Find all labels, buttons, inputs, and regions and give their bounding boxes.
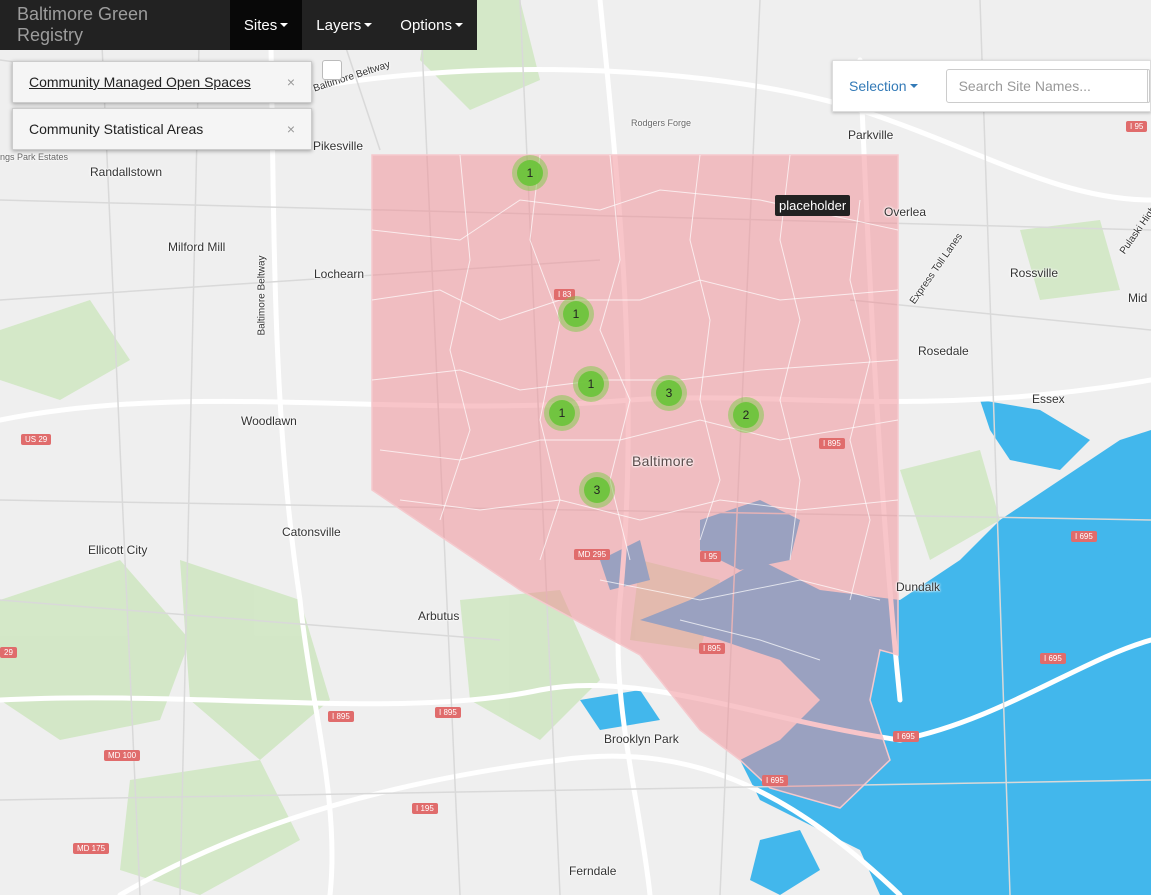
place-label: ngs Park Estates (0, 152, 69, 162)
place-label: Pikesville (313, 139, 364, 153)
caret-down-icon (364, 23, 373, 27)
road-shield: I 695 (1071, 531, 1097, 542)
nav-layers-label: Layers (316, 16, 362, 34)
place-label: Parkville (848, 128, 894, 142)
road-shield: 29 (0, 647, 17, 658)
cluster-count: 3 (584, 477, 610, 503)
site-cluster[interactable]: 2 (728, 397, 764, 433)
place-label: Catonsville (282, 525, 341, 539)
place-label: Milford Mill (168, 240, 226, 254)
site-cluster[interactable]: 1 (573, 366, 609, 402)
nav-sites-dropdown[interactable]: Sites (229, 0, 303, 50)
place-label: Rodgers Forge (631, 118, 692, 128)
place-label: Lochearn (314, 267, 365, 281)
caret-down-icon (455, 23, 463, 27)
site-cluster[interactable]: 1 (558, 296, 594, 332)
place-label-city: Baltimore (632, 453, 694, 469)
cluster-count: 2 (733, 402, 759, 428)
cluster-count: 1 (517, 160, 543, 186)
nav-sites-label: Sites (243, 16, 278, 34)
layer-label[interactable]: Community Statistical Areas (29, 121, 287, 137)
road-shield: I 695 (1040, 653, 1066, 664)
layer-label[interactable]: Community Managed Open Spaces (29, 74, 287, 90)
place-label: Arbutus (418, 609, 460, 623)
road-shield: US 29 (21, 434, 52, 445)
map-tooltip: placeholder (775, 195, 851, 216)
place-label: Ellicott City (88, 543, 148, 557)
road-shield: MD 100 (104, 750, 141, 761)
brand-title[interactable]: Baltimore Green Registry (0, 0, 230, 50)
navbar: Baltimore Green Registry Sites Layers Op… (0, 0, 477, 50)
road-shield: I 895 (328, 711, 354, 722)
layer-panel-open-spaces[interactable]: Community Managed Open Spaces × (12, 61, 312, 103)
place-label: Rossville (1010, 266, 1059, 280)
cluster-count: 3 (656, 380, 682, 406)
caret-down-icon (909, 84, 918, 88)
selection-dropdown[interactable]: Selection (833, 78, 934, 94)
road-shield: MD 175 (73, 843, 110, 854)
place-label: Essex (1032, 392, 1065, 406)
site-cluster[interactable]: 1 (512, 155, 548, 191)
site-search-input[interactable] (945, 69, 1148, 103)
road-shield: I 895 (819, 438, 845, 449)
layer-panel-statistical-areas[interactable]: Community Statistical Areas × (12, 108, 312, 150)
place-label: Dundalk (896, 580, 941, 594)
place-label: Rosedale (918, 344, 969, 358)
place-label: Overlea (884, 205, 927, 219)
nav-options-label: Options (400, 16, 452, 34)
cluster-count: 1 (549, 400, 575, 426)
road-shield: I 895 (435, 707, 461, 718)
nav-layers-dropdown[interactable]: Layers (302, 0, 387, 50)
road-shield: I 95 (700, 551, 722, 562)
road-shield: I 95 (1126, 121, 1148, 132)
road-shield: I 695 (893, 731, 919, 742)
site-cluster[interactable]: 3 (579, 472, 615, 508)
place-label: Mid (1128, 291, 1148, 305)
layer-toggle-checkbox[interactable] (322, 60, 342, 80)
close-icon[interactable]: × (287, 74, 295, 90)
place-label: Randallstown (90, 165, 163, 179)
road-label: Baltimore Beltway (256, 255, 268, 336)
site-cluster[interactable]: 3 (651, 375, 687, 411)
cluster-count: 1 (563, 301, 589, 327)
road-shield: MD 295 (574, 549, 611, 560)
road-shield: I 695 (762, 775, 788, 786)
close-icon[interactable]: × (287, 121, 295, 137)
nav-options-dropdown[interactable]: Options (386, 0, 477, 50)
road-shield: I 195 (412, 803, 438, 814)
place-label: Ferndale (569, 864, 617, 878)
place-label: Woodlawn (241, 414, 297, 428)
cluster-count: 1 (578, 371, 604, 397)
site-cluster[interactable]: 1 (544, 395, 580, 431)
search-addon[interactable] (1147, 69, 1150, 103)
place-label: Brooklyn Park (604, 732, 679, 746)
search-panel: Selection (832, 60, 1151, 112)
road-shield: I 895 (699, 643, 725, 654)
selection-label: Selection (849, 78, 907, 94)
caret-down-icon (280, 23, 289, 27)
